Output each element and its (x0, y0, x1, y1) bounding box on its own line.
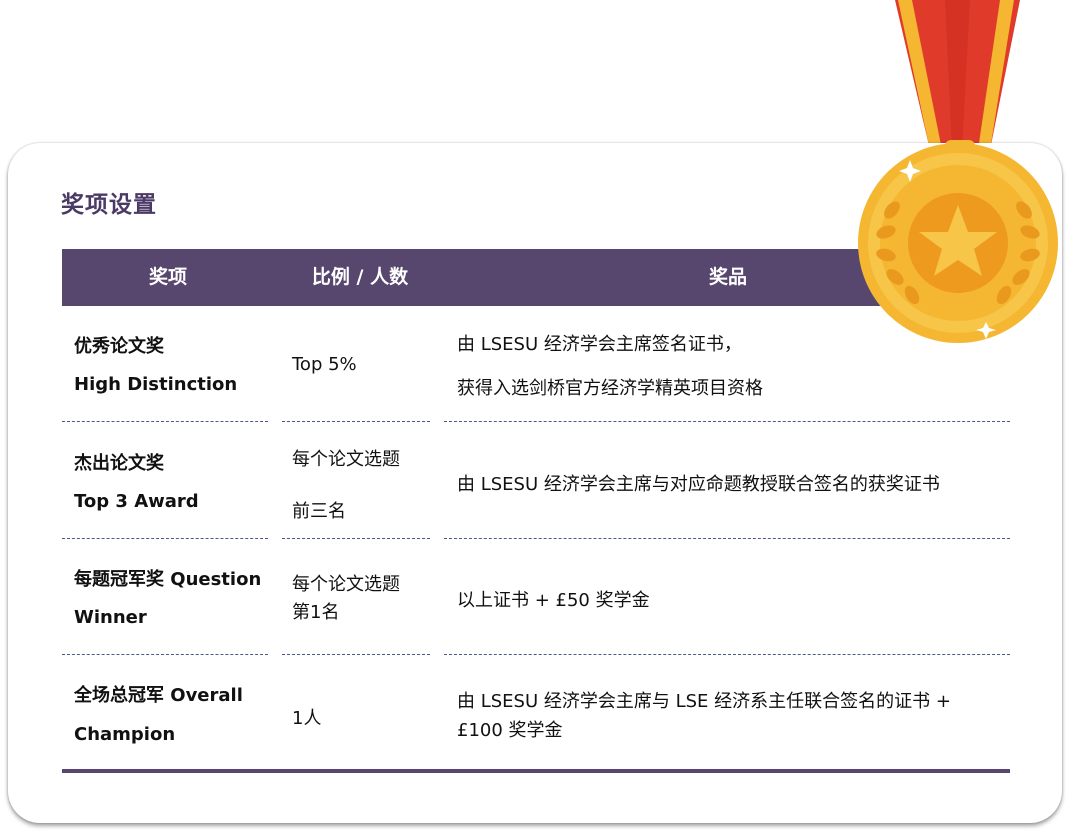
award-name-en: Champion (74, 724, 176, 745)
ratio-text: 前三名 (292, 501, 346, 522)
award-name-en: Winner (74, 607, 147, 628)
ratio-text: 第1名 (292, 602, 340, 623)
prize-text: 以上证书 + £50 奖学金 (457, 590, 650, 611)
row-divider (62, 654, 268, 655)
award-name-cn: 优秀论文奖 (74, 336, 164, 357)
table-bottom-rule (62, 769, 1010, 773)
table-row: 每题冠军奖 Question Winner 每个论文选题 第1名 以上证书 + … (62, 540, 1010, 656)
ratio-text: 每个论文选题 (292, 449, 400, 470)
ratio-cell: 1人 (292, 656, 442, 769)
prize-cell: 由 LSESU 经济学会主席与对应命题教授联合签名的获奖证书 (457, 423, 1005, 540)
header-award: 奖项 (148, 266, 187, 288)
ratio-text: 每个论文选题 (292, 574, 400, 595)
row-divider (282, 421, 430, 422)
award-cell: 每题冠军奖 Question Winner (74, 540, 274, 656)
award-name-en: High Distinction (74, 374, 238, 395)
ratio-cell: 每个论文选题 前三名 (292, 423, 442, 540)
award-name-cn: 全场总冠军 Overall (74, 685, 243, 706)
row-divider (444, 538, 1010, 539)
ratio-text: 1人 (292, 708, 322, 729)
row-divider (282, 654, 430, 655)
award-name-cn: 每题冠军奖 Question (74, 569, 262, 590)
section-title: 奖项设置 (61, 192, 157, 218)
prize-text: 由 LSESU 经济学会主席签名证书， (457, 334, 742, 355)
award-cell: 全场总冠军 Overall Champion (74, 656, 274, 769)
award-cell: 杰出论文奖 Top 3 Award (74, 423, 274, 540)
prize-text: 由 LSESU 经济学会主席与对应命题教授联合签名的获奖证书 (457, 474, 940, 495)
prize-text: 获得入选剑桥官方经济学精英项目资格 (457, 378, 763, 399)
prize-text: £100 奖学金 (457, 720, 563, 741)
prize-text: 由 LSESU 经济学会主席与 LSE 经济系主任联合签名的证书 + (457, 691, 951, 712)
table-row: 全场总冠军 Overall Champion 1人 由 LSESU 经济学会主席… (62, 656, 1010, 769)
award-cell: 优秀论文奖 High Distinction (74, 306, 274, 423)
row-divider (62, 421, 268, 422)
row-divider (282, 538, 430, 539)
ratio-text: Top 5% (292, 354, 357, 375)
row-divider (62, 538, 268, 539)
ratio-cell: Top 5% (292, 306, 442, 423)
award-name-en: Top 3 Award (74, 491, 199, 512)
row-divider (444, 654, 1010, 655)
header-ratio: 比例 / 人数 (311, 266, 409, 288)
prize-cell: 由 LSESU 经济学会主席与 LSE 经济系主任联合签名的证书 + £100 … (457, 656, 1005, 769)
ratio-cell: 每个论文选题 第1名 (292, 540, 442, 656)
award-name-cn: 杰出论文奖 (74, 453, 164, 474)
table-row: 杰出论文奖 Top 3 Award 每个论文选题 前三名 由 LSESU 经济学… (62, 423, 1010, 540)
prize-cell: 以上证书 + £50 奖学金 (457, 540, 1005, 656)
medal-disc-icon (858, 140, 1058, 343)
row-divider (444, 421, 1010, 422)
